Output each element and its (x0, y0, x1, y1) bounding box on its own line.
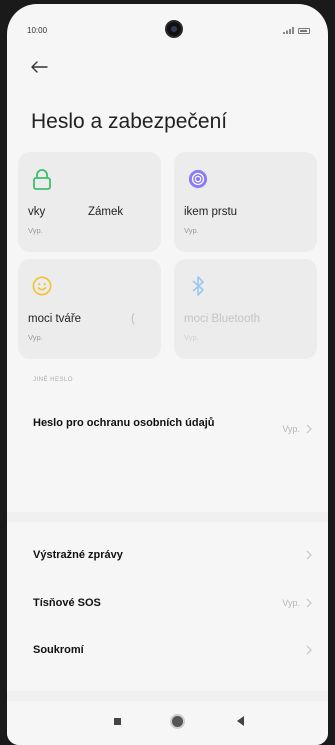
status-time: 10:00 (27, 26, 48, 35)
tile-label-extra: ( (131, 313, 135, 325)
status-icons (283, 27, 310, 34)
tile-screen-lock[interactable]: vky Zámek Vyp. (18, 152, 161, 252)
chevron-right-icon (306, 550, 312, 560)
signal-icon (283, 27, 294, 34)
chevron-right-icon (306, 598, 312, 608)
tile-bluetooth-unlock[interactable]: moci Bluetooth Vyp. (174, 259, 317, 359)
battery-icon (298, 27, 310, 34)
home-button[interactable] (172, 716, 183, 727)
row-label: Tísňové SOS (33, 597, 101, 609)
front-camera (167, 22, 181, 36)
section-header: JINÉ HESLO (33, 377, 74, 383)
face-icon (32, 276, 52, 296)
bluetooth-icon (192, 276, 204, 296)
status-bar: 10:00 (7, 22, 328, 42)
chevron-right-icon (306, 424, 312, 434)
divider (7, 691, 328, 701)
divider (7, 512, 328, 522)
fingerprint-icon (188, 169, 208, 189)
navigation-bar (7, 701, 328, 745)
row-emergency-sos[interactable]: Tísňové SOS Vyp. (7, 590, 328, 618)
page-title: Heslo a zabezpečení (31, 110, 228, 133)
row-label: Heslo pro ochranu osobních údajů (33, 417, 215, 429)
tile-status: Vyp. (184, 333, 199, 342)
row-value: Vyp. (282, 598, 300, 608)
row-privacy[interactable]: Soukromí (7, 637, 328, 665)
tile-label: moci Bluetooth (184, 313, 261, 325)
tile-status: Vyp. (28, 226, 43, 235)
tile-label-extra: Zámek (88, 206, 124, 218)
tile-label: vky (28, 206, 46, 218)
nav-back-button[interactable] (237, 716, 244, 726)
tile-face-unlock[interactable]: moci tváře ( Vyp. (18, 259, 161, 359)
row-value: Vyp. (282, 424, 300, 434)
tile-label: ikem prstu (184, 206, 238, 218)
row-label: Soukromí (33, 644, 84, 656)
recent-apps-button[interactable] (114, 718, 121, 725)
back-arrow-icon[interactable] (29, 59, 49, 75)
phone-screen: 10:00 Heslo a zabezpečení vky Zámek Vyp. (7, 4, 328, 745)
row-personal-data-password[interactable]: Heslo pro ochranu osobních údajů Vyp. (7, 412, 328, 462)
tile-label: moci tváře (28, 313, 82, 325)
chevron-right-icon (306, 645, 312, 655)
tile-status: Vyp. (184, 226, 199, 235)
row-label: Výstražné zprávy (33, 549, 123, 561)
tile-status: Vyp. (28, 333, 43, 342)
row-alert-messages[interactable]: Výstražné zprávy (7, 542, 328, 570)
tile-fingerprint[interactable]: ikem prstu Vyp. (174, 152, 317, 252)
lock-icon (33, 169, 51, 190)
